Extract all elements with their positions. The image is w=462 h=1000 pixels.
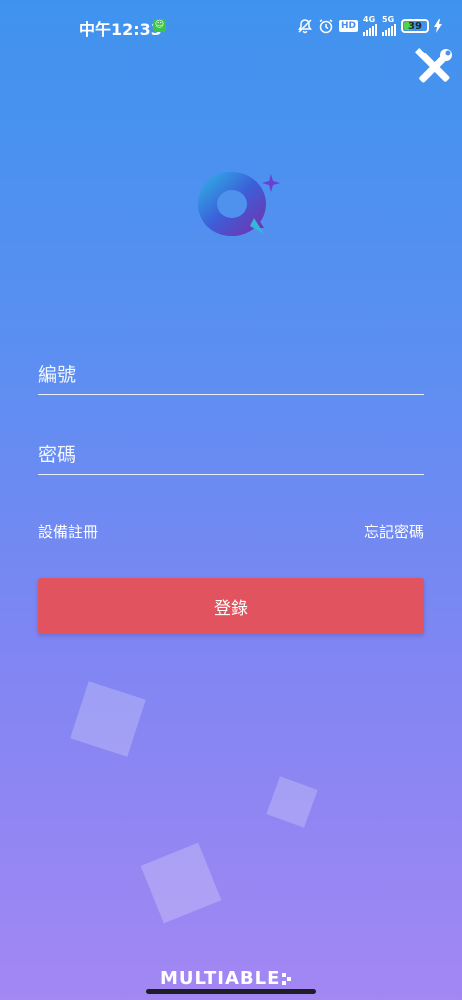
- bell-off-icon: [297, 18, 313, 34]
- status-icons: HD 4G 5G 39: [297, 15, 442, 37]
- brand-dots-icon: [280, 972, 292, 986]
- decorative-square: [70, 681, 146, 757]
- signal-4g-icon: 4G: [363, 16, 377, 36]
- password-input[interactable]: [38, 444, 424, 466]
- net-label-4g: 4G: [363, 15, 376, 24]
- device-register-link[interactable]: 設備註冊: [38, 521, 98, 542]
- password-field[interactable]: [38, 426, 424, 475]
- net-label-5g: 5G: [382, 15, 395, 24]
- decorative-square: [140, 842, 222, 924]
- status-time: 中午12:33: [79, 20, 162, 39]
- status-bar: 中午12:33 ☺ HD 4G 5G 39: [0, 0, 462, 52]
- hd-voice-icon: HD: [338, 20, 358, 32]
- tools-icon: [415, 48, 452, 83]
- forgot-password-link[interactable]: 忘記密碼: [364, 521, 424, 542]
- employee-id-field[interactable]: [38, 346, 424, 395]
- wechat-notification-icon: ☺: [153, 19, 166, 32]
- settings-tools-button[interactable]: [413, 46, 455, 88]
- charging-icon: [434, 19, 442, 33]
- signal-5g-icon: 5G: [382, 16, 396, 36]
- home-indicator[interactable]: [146, 989, 316, 994]
- brand-name: MULTIABLE: [160, 968, 281, 989]
- battery-icon: 39: [401, 19, 429, 33]
- alarm-icon: [318, 18, 334, 34]
- brand-footer: MULTIABLE: [160, 968, 292, 989]
- battery-level: 39: [408, 20, 422, 32]
- app-logo: [192, 168, 282, 243]
- employee-id-input[interactable]: [38, 364, 424, 386]
- decorative-square: [266, 776, 318, 828]
- login-button[interactable]: 登錄: [38, 578, 424, 634]
